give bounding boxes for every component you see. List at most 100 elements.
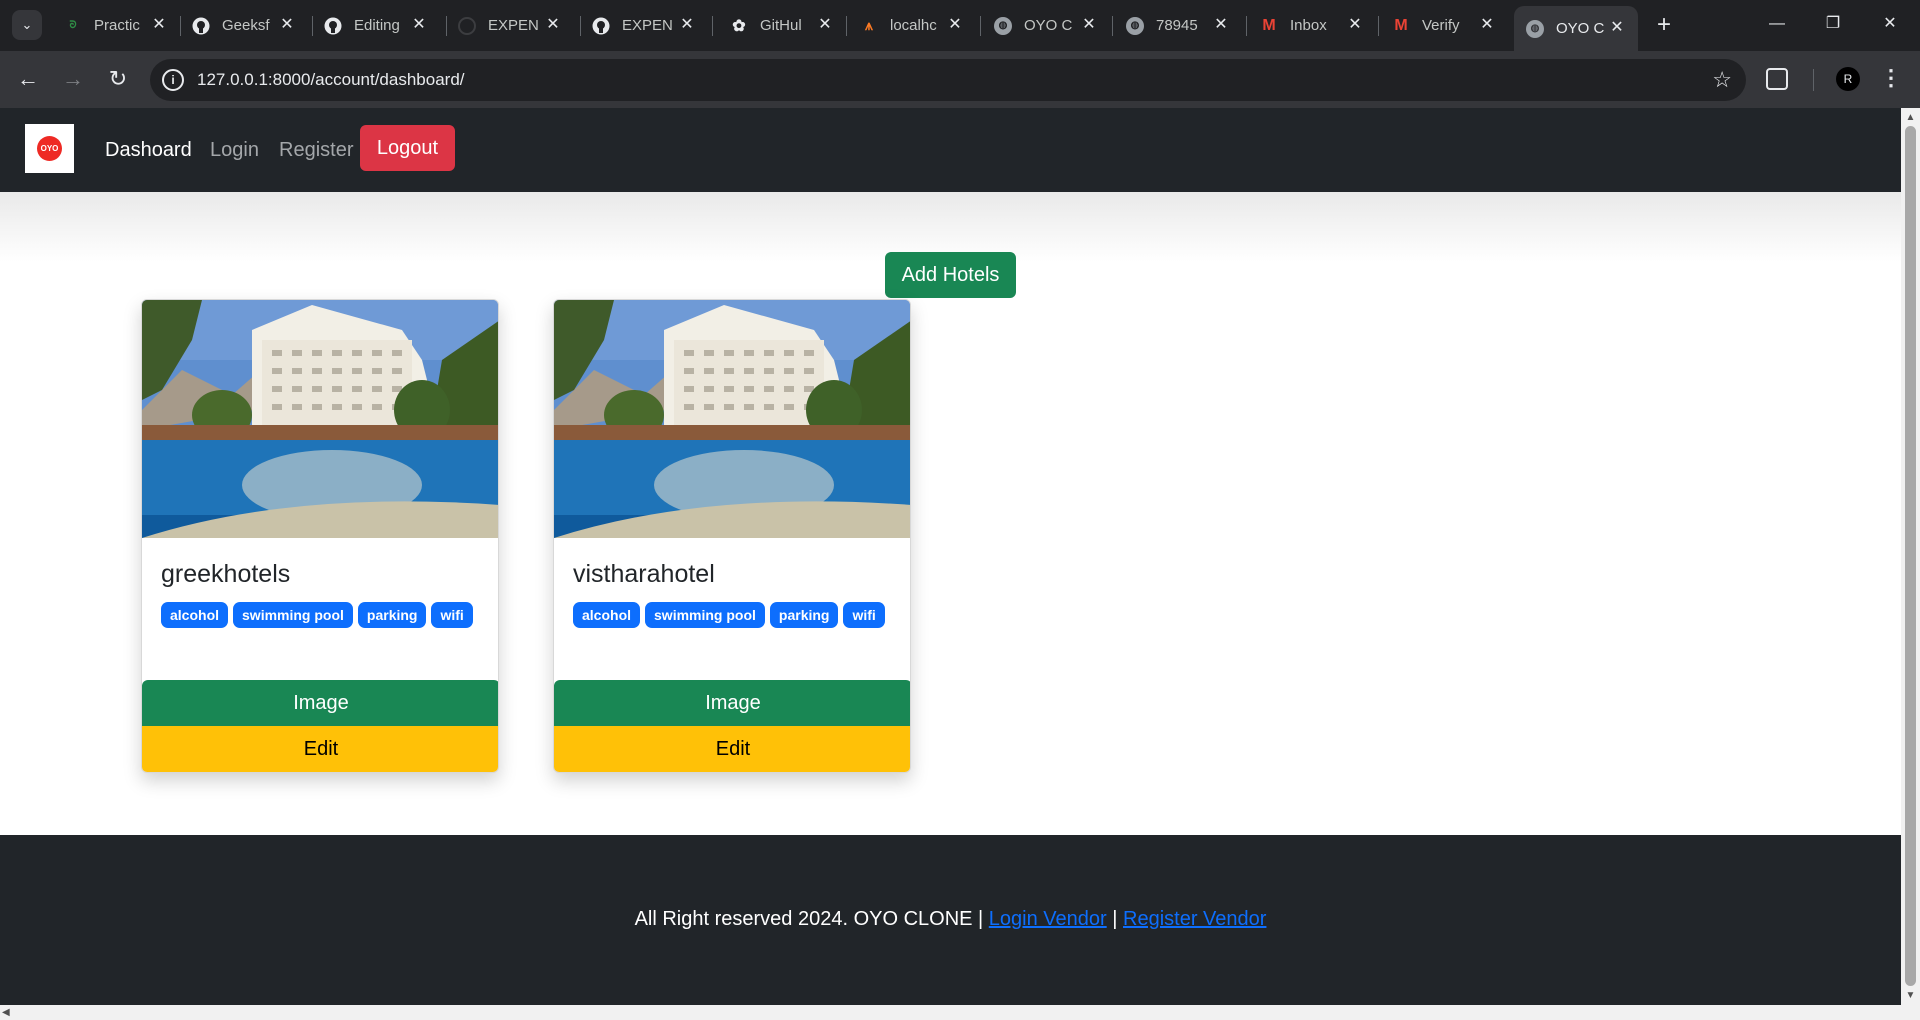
tab-title: OYO C xyxy=(1556,20,1605,37)
browser-tab[interactable]: M Inbox ✕ xyxy=(1248,8,1376,43)
edit-button[interactable]: Edit xyxy=(142,726,498,772)
profile-avatar[interactable]: R xyxy=(1836,67,1860,91)
forward-button[interactable]: → xyxy=(58,65,88,95)
url-text[interactable]: 127.0.0.1:8000/account/dashboard/ xyxy=(197,70,465,90)
amenity-badge: alcohol xyxy=(573,602,641,628)
copyright-text: All Right reserved 2024. OYO CLONE | xyxy=(634,908,984,930)
close-icon[interactable]: ✕ xyxy=(816,16,834,34)
oyo-logo[interactable]: OYO xyxy=(25,124,74,173)
close-icon[interactable]: ✕ xyxy=(1478,16,1496,34)
globe-icon: ◍ xyxy=(994,16,1012,35)
browser-tab[interactable]: Editing ✕ xyxy=(312,8,440,43)
nav-link-dashboard[interactable]: Dashoard xyxy=(105,139,192,162)
browser-tab[interactable]: EXPEN ✕ xyxy=(446,8,574,43)
tab-title: Verify xyxy=(1422,17,1460,34)
tab-title: EXPEN xyxy=(488,17,539,34)
browser-tab[interactable]: Geeksf ✕ xyxy=(180,8,308,43)
horizontal-scrollbar[interactable]: ◀ xyxy=(0,1005,1920,1020)
browser-tab-active[interactable]: ◍ OYO C ✕ xyxy=(1514,6,1638,51)
scroll-left-icon[interactable]: ◀ xyxy=(2,1007,13,1018)
hotel-name: vistharahotel xyxy=(573,560,715,588)
hotel-name: greekhotels xyxy=(161,560,291,588)
site-navbar: OYO Dashoard Login Register Logout xyxy=(0,108,1901,192)
browser-tab[interactable]: M Verify ✕ xyxy=(1380,8,1508,43)
reload-button[interactable]: ↻ xyxy=(103,65,133,95)
tab-search-button[interactable]: ⌄ xyxy=(12,10,42,40)
scroll-down-icon[interactable]: ▼ xyxy=(1905,990,1916,1001)
add-hotels-button[interactable]: Add Hotels xyxy=(885,252,1016,298)
amenity-badge: parking xyxy=(357,602,427,628)
scroll-up-icon[interactable]: ▲ xyxy=(1905,112,1916,123)
tab-title: GitHul xyxy=(760,17,802,34)
xampp-icon: ⩚ xyxy=(865,17,873,33)
scroll-thumb[interactable] xyxy=(1905,126,1916,986)
amenity-badges: alcohol swimming pool parking wifi xyxy=(573,602,893,633)
tab-title: Editing xyxy=(354,17,400,34)
back-button[interactable]: ← xyxy=(13,65,43,95)
amenity-badges: alcohol swimming pool parking wifi xyxy=(161,602,481,633)
image-button[interactable]: Image xyxy=(142,680,498,726)
loading-icon xyxy=(458,16,476,35)
browser-tab[interactable]: EXPEN ✕ xyxy=(580,8,708,43)
register-vendor-link[interactable]: Register Vendor xyxy=(1123,908,1266,930)
amenity-badge: wifi xyxy=(431,602,473,628)
extensions-icon[interactable] xyxy=(1766,68,1788,90)
nav-link-register[interactable]: Register xyxy=(279,139,353,162)
globe-icon: ◍ xyxy=(1126,16,1144,35)
close-icon[interactable]: ✕ xyxy=(1346,16,1364,34)
close-icon[interactable]: ✕ xyxy=(678,16,696,34)
browser-tab[interactable]: ◍ 78945 ✕ xyxy=(1114,8,1242,43)
browser-tab[interactable]: ᘐ Practic ✕ xyxy=(52,8,180,43)
hotel-card: greekhotels alcohol swimming pool parking w… xyxy=(141,299,499,773)
login-vendor-link[interactable]: Login Vendor xyxy=(989,908,1107,930)
tab-title: Practic xyxy=(94,17,140,34)
browser-toolbar: ← → ↻ i 127.0.0.1:8000/account/dashboard… xyxy=(0,51,1920,108)
gmail-icon: M xyxy=(1394,16,1408,34)
menu-icon[interactable]: ⋮ xyxy=(1880,63,1902,93)
site-footer: All Right reserved 2024. OYO CLONE | Log… xyxy=(0,835,1901,1005)
amenity-badge: swimming pool xyxy=(645,602,765,628)
star-icon[interactable]: ☆ xyxy=(1712,67,1732,93)
globe-icon: ◍ xyxy=(1526,19,1544,38)
edit-button[interactable]: Edit xyxy=(554,726,910,772)
nav-link-login[interactable]: Login xyxy=(210,139,259,162)
amenity-badge: swimming pool xyxy=(233,602,353,628)
browser-tab-strip: ⌄ ᘐ Practic ✕ Geeksf ✕ Editing ✕ EXPEN ✕… xyxy=(0,0,1920,51)
hotel-image xyxy=(554,300,910,538)
close-icon[interactable]: ✕ xyxy=(410,16,428,34)
info-icon[interactable]: i xyxy=(162,69,184,91)
footer-separator: | xyxy=(1112,908,1118,930)
close-window-button[interactable]: ✕ xyxy=(1870,8,1910,40)
tab-title: EXPEN xyxy=(622,17,673,34)
tab-title: Geeksf xyxy=(222,17,270,34)
close-icon[interactable]: ✕ xyxy=(1080,16,1098,34)
close-icon[interactable]: ✕ xyxy=(946,16,964,34)
amenity-badge: alcohol xyxy=(161,602,229,628)
hotel-image xyxy=(142,300,498,538)
tab-title: Inbox xyxy=(1290,17,1327,34)
image-button[interactable]: Image xyxy=(554,680,910,726)
amenity-badge: parking xyxy=(769,602,839,628)
address-bar[interactable]: i 127.0.0.1:8000/account/dashboard/ ☆ xyxy=(150,59,1746,101)
hotel-card: vistharahotel alcohol swimming pool parkin… xyxy=(553,299,911,773)
new-tab-button[interactable]: + xyxy=(1650,12,1678,40)
browser-tab[interactable]: ⩚ localhc ✕ xyxy=(848,8,976,43)
browser-tab[interactable]: ◍ OYO C ✕ xyxy=(982,8,1110,43)
close-icon[interactable]: ✕ xyxy=(544,16,562,34)
tab-title: 78945 xyxy=(1156,17,1198,34)
minimize-button[interactable]: — xyxy=(1757,8,1797,40)
logout-button[interactable]: Logout xyxy=(360,125,455,171)
github-icon xyxy=(192,17,210,35)
close-icon[interactable]: ✕ xyxy=(1212,16,1230,34)
gfg-icon: ᘐ xyxy=(69,20,77,31)
amenity-badge: wifi xyxy=(843,602,885,628)
restore-button[interactable]: ❐ xyxy=(1813,8,1853,40)
close-icon[interactable]: ✕ xyxy=(1608,19,1626,37)
github-icon xyxy=(324,17,342,35)
gmail-icon: M xyxy=(1262,16,1276,34)
close-icon[interactable]: ✕ xyxy=(150,16,168,34)
vertical-scrollbar[interactable]: ▲ ▼ xyxy=(1901,108,1920,1005)
browser-tab[interactable]: ✿ GitHul ✕ xyxy=(718,8,846,43)
close-icon[interactable]: ✕ xyxy=(278,16,296,34)
tab-title: OYO C xyxy=(1024,17,1073,34)
